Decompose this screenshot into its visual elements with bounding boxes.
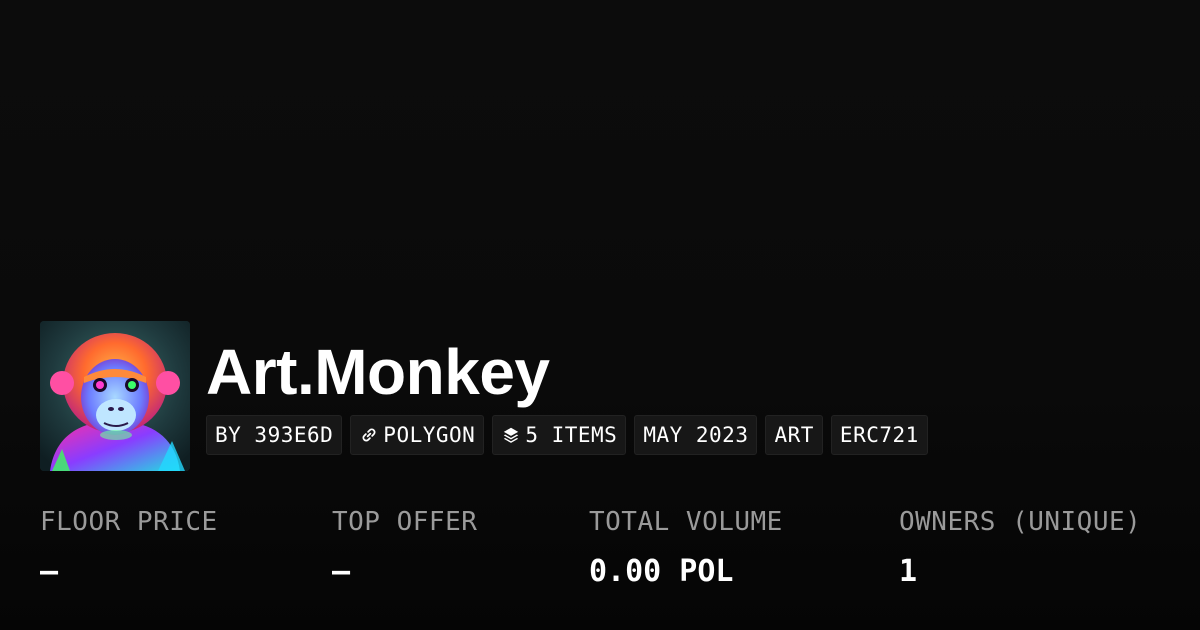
stat-top-offer: TOP OFFER – (332, 502, 477, 592)
tag-creator[interactable]: BY 393E6D (206, 415, 343, 455)
tag-date-label: MAY 2023 (643, 423, 749, 447)
stat-floor-price: FLOOR PRICE – (40, 502, 218, 592)
monkey-avatar-image (40, 321, 190, 471)
tag-chain[interactable]: POLYGON (350, 415, 485, 455)
stat-floor-price-value: – (40, 554, 59, 589)
tag-chain-label: POLYGON (383, 423, 476, 447)
collection-title: Art.Monkey (206, 336, 550, 408)
layers-icon (501, 425, 521, 445)
stat-top-offer-value: – (332, 554, 351, 589)
tag-date[interactable]: MAY 2023 (634, 415, 758, 455)
collection-avatar[interactable] (40, 321, 190, 471)
stat-total-volume-value: 0.00 POL (589, 554, 734, 589)
stat-total-volume: TOTAL VOLUME 0.00 POL (589, 502, 783, 592)
collection-tags: BY 393E6D POLYGON 5 ITEMS MAY 2023 ART E… (206, 415, 928, 455)
tag-standard[interactable]: ERC721 (830, 415, 928, 455)
tag-creator-label: BY 393E6D (215, 423, 334, 447)
stat-floor-price-label: FLOOR PRICE (40, 507, 218, 537)
stat-total-volume-label: TOTAL VOLUME (589, 507, 783, 537)
tag-standard-label: ERC721 (839, 423, 919, 447)
tag-items[interactable]: 5 ITEMS (492, 415, 627, 455)
stat-owners-value: 1 (899, 554, 918, 589)
stat-owners: OWNERS (UNIQUE) 1 (899, 502, 1141, 592)
tag-items-label: 5 ITEMS (525, 423, 618, 447)
tag-category-label: ART (774, 423, 814, 447)
stat-top-offer-label: TOP OFFER (332, 507, 478, 537)
link-icon (359, 425, 379, 445)
stat-owners-label: OWNERS (UNIQUE) (899, 507, 1142, 537)
tag-category[interactable]: ART (765, 415, 823, 455)
